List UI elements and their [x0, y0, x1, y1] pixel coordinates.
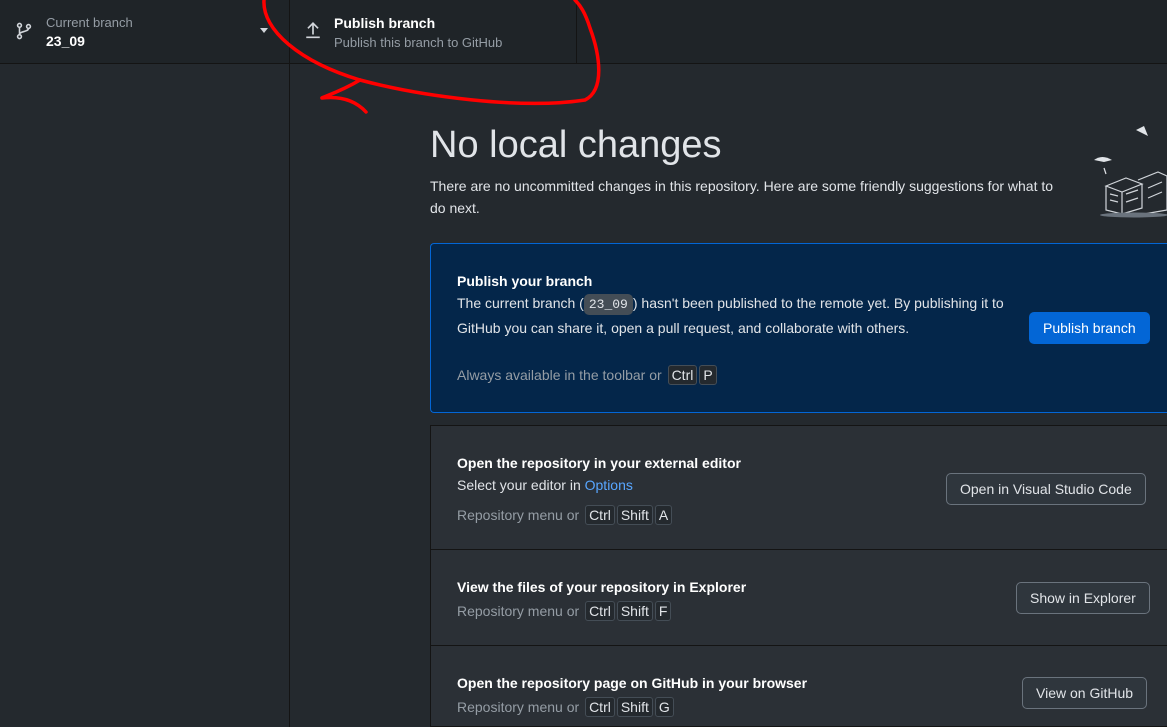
publish-branch-card: Publish your branch The current branch (…: [430, 243, 1167, 413]
changes-sidebar: [0, 64, 290, 727]
publish-card-hint: Always available in the toolbar or Ctrl P: [457, 365, 717, 385]
github-card-title: Open the repository page on GitHub in yo…: [457, 675, 808, 691]
open-editor-card: Open the repository in your external edi…: [430, 425, 1167, 550]
publish-branch-button[interactable]: Publish branch: [1029, 312, 1150, 344]
key-ctrl: Ctrl: [585, 697, 615, 717]
key-shift: Shift: [616, 601, 653, 621]
key-p: P: [699, 365, 717, 385]
key-ctrl: Ctrl: [585, 601, 615, 621]
current-branch-name: 23_09: [46, 33, 85, 49]
publish-card-title: Publish your branch: [457, 273, 593, 289]
explorer-hint-text: Repository menu or: [457, 603, 580, 619]
publish-branch-toolbar-button[interactable]: Publish branch Publish this branch to Gi…: [290, 0, 577, 63]
empty-state-illustration: [1094, 126, 1167, 218]
editor-card-hint: Repository menu or Ctrl Shift A: [457, 505, 673, 525]
toolbar: Current branch 23_09 Publish branch Publ…: [0, 0, 1167, 64]
key-shift: Shift: [616, 505, 653, 525]
git-branch-icon: [16, 22, 32, 40]
key-ctrl: Ctrl: [585, 505, 615, 525]
editor-desc-text: Select your editor in: [457, 477, 581, 493]
editor-hint-text: Repository menu or: [457, 507, 580, 523]
branch-name-code: 23_09: [583, 294, 633, 315]
key-ctrl: Ctrl: [667, 365, 698, 385]
publish-card-description: The current branch (23_09) hasn't been p…: [457, 292, 1017, 339]
open-in-vscode-button[interactable]: Open in Visual Studio Code: [946, 473, 1146, 505]
explorer-card-hint: Repository menu or Ctrl Shift F: [457, 601, 672, 621]
options-link[interactable]: Options: [585, 477, 633, 493]
github-card-hint: Repository menu or Ctrl Shift G: [457, 697, 674, 717]
key-f: F: [654, 601, 672, 621]
explorer-card-title: View the files of your repository in Exp…: [457, 579, 747, 595]
current-branch-label: Current branch: [46, 15, 133, 30]
editor-card-description: Select your editor in Options: [457, 474, 1017, 497]
upload-arrow-icon: [306, 22, 320, 39]
page-subtitle: There are no uncommitted changes in this…: [430, 178, 1054, 216]
chevron-down-icon: [260, 28, 268, 33]
key-g: G: [654, 697, 674, 717]
show-in-explorer-card: View the files of your repository in Exp…: [430, 549, 1167, 646]
view-on-github-card: Open the repository page on GitHub in yo…: [430, 645, 1167, 727]
publish-hint-text: Always available in the toolbar or: [457, 367, 662, 383]
view-on-github-button[interactable]: View on GitHub: [1022, 677, 1148, 709]
publish-desc-start: The current branch (: [457, 295, 584, 311]
editor-card-title: Open the repository in your external edi…: [457, 455, 741, 471]
key-shift: Shift: [616, 697, 653, 717]
show-in-explorer-button[interactable]: Show in Explorer: [1016, 582, 1150, 614]
publish-branch-label: Publish branch: [334, 15, 436, 31]
publish-branch-sublabel: Publish this branch to GitHub: [334, 35, 503, 50]
github-hint-text: Repository menu or: [457, 699, 580, 715]
current-branch-button[interactable]: Current branch 23_09: [0, 0, 290, 63]
page-title: No local changes: [430, 124, 722, 166]
key-a: A: [654, 505, 673, 525]
